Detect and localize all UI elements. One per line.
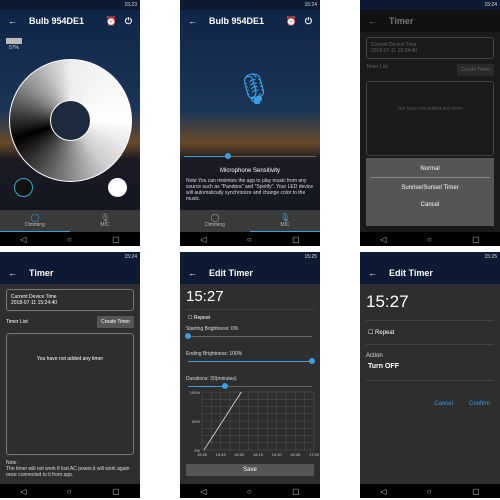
page-title: Bulb 954DE1 — [209, 16, 265, 26]
recents-nav-icon[interactable]: ▢ — [472, 235, 480, 244]
tab-dimming[interactable]: ◯ Dimming — [180, 210, 250, 232]
start-brightness-label: Starting Brightness: 0% — [186, 326, 239, 332]
note: Note : The timer will not work if lost AC… — [6, 460, 130, 478]
page-title: Timer — [389, 16, 414, 26]
x-tick-label: 15:45 — [216, 452, 227, 457]
back-icon[interactable]: ← — [8, 268, 17, 278]
create-timer-button[interactable]: Create Timer — [97, 316, 134, 328]
timer-time[interactable]: 15:27 — [180, 284, 320, 309]
home-nav-icon[interactable]: ○ — [67, 487, 72, 496]
recents-nav-icon[interactable]: ▢ — [472, 487, 480, 496]
page-title: Timer — [29, 268, 54, 278]
timer-type-dialog: Normal Sunrise/Sunset Timer Cancel — [366, 158, 494, 226]
x-tick-label: 16:15 — [253, 452, 264, 457]
brightness-wheel[interactable] — [9, 59, 132, 182]
white-preset[interactable] — [108, 178, 127, 197]
mic-screen: 15:24 ← Bulb 954DE1 ⏰ ⏻ 🎙 Microphone Sensit… — [180, 0, 320, 246]
power-icon[interactable]: ⏻ — [125, 16, 132, 27]
action-label: Action — [366, 353, 383, 359]
back-nav-icon[interactable]: ◁ — [200, 235, 206, 244]
back-icon[interactable]: ← — [368, 268, 377, 278]
timer-dialog-screen: 15:24 ← Timer Current Device Time 2018-07-… — [360, 0, 500, 246]
duration-slider[interactable] — [188, 383, 312, 389]
option-sunrise-sunset[interactable]: Sunrise/Sunset Timer — [366, 178, 494, 198]
recents-nav-icon[interactable]: ▢ — [292, 487, 300, 496]
home-nav-icon[interactable]: ○ — [247, 487, 252, 496]
home-nav-icon[interactable]: ○ — [427, 235, 432, 244]
brightness-value: 57% — [9, 45, 20, 51]
timer-list: You have not added any timer — [6, 333, 134, 455]
power-icon[interactable]: ⏻ — [305, 16, 312, 27]
back-icon[interactable]: ← — [368, 16, 377, 26]
mic-sensitivity-label: Microphone Sensitivity — [219, 168, 281, 174]
status-bar: 15:25 — [360, 252, 500, 262]
back-nav-icon[interactable]: ◁ — [20, 487, 26, 496]
duration-label: Durations: 30(minutes) — [186, 376, 237, 382]
recents-nav-icon[interactable]: ▢ — [292, 235, 300, 244]
back-nav-icon[interactable]: ◁ — [380, 235, 386, 244]
dimming-icon: ◯ — [30, 213, 40, 222]
cancel-button[interactable]: Cancel — [434, 401, 453, 407]
dimming-screen: 15:23 ← Bulb 954DE1 ⏰ ⏻ 57% ◯ Dimming 🎙 MIC ◁ ○… — [0, 0, 140, 246]
end-brightness-label: Ending Brightness: 100% — [186, 351, 243, 357]
back-icon[interactable]: ← — [8, 16, 17, 26]
x-tick-label: 17:00 — [309, 452, 320, 457]
timer-screen: 15:24 ← Timer Current Device Time 2018-07-… — [0, 252, 140, 498]
back-icon[interactable]: ← — [188, 268, 197, 278]
page-title: Edit Timer — [209, 268, 253, 278]
tab-dimming[interactable]: ◯ Dimming — [0, 210, 70, 232]
mic-note: Note:You can minimize the app to play mu… — [186, 178, 314, 202]
status-bar: 15:24 — [360, 0, 500, 10]
confirm-button[interactable]: Confirm — [469, 401, 490, 407]
repeat-checkbox[interactable]: ☐ Repeat — [180, 310, 320, 326]
device-time-box: Current Device Time 2018-07-11 15:24:40 — [6, 289, 134, 311]
edit-timer-normal-screen: 15:25 ← Edit Timer 15:27 ☐ Repeat Action … — [360, 252, 500, 498]
action-value[interactable]: Turn OFF — [360, 361, 500, 380]
sensitivity-slider[interactable] — [184, 153, 316, 159]
tab-mic[interactable]: 🎙 MIC — [70, 210, 140, 232]
repeat-checkbox[interactable]: ☐ Repeat — [360, 321, 500, 344]
tab-mic[interactable]: 🎙 MIC — [250, 210, 320, 232]
back-nav-icon[interactable]: ◁ — [20, 235, 26, 244]
status-bar: 15:24 — [0, 252, 140, 262]
alarm-icon[interactable]: ⏰ — [106, 16, 117, 27]
status-bar: 15:25 — [180, 252, 320, 262]
back-nav-icon[interactable]: ◁ — [200, 487, 206, 496]
dark-preset[interactable] — [14, 178, 33, 197]
recents-nav-icon[interactable]: ▢ — [112, 487, 120, 496]
x-tick-label: 16:30 — [272, 452, 283, 457]
y-tick-label: 50% — [192, 419, 200, 424]
back-icon[interactable]: ← — [188, 16, 197, 26]
empty-message: You have not added any timer — [36, 356, 104, 362]
start-brightness-slider[interactable] — [185, 333, 312, 339]
mic-icon: 🎙 — [99, 213, 111, 222]
timer-time[interactable]: 15:27 — [360, 284, 500, 320]
brightness-chart: 0%50%100%15:30 15:45 16:00 16:15 16:30 16:45 1… — [190, 390, 320, 457]
x-tick-label: 16:00 — [234, 452, 245, 457]
y-tick-label: 100% — [190, 390, 201, 395]
recents-nav-icon[interactable]: ▢ — [112, 235, 120, 244]
microphone-icon[interactable]: 🎙 — [235, 72, 273, 112]
back-nav-icon[interactable]: ◁ — [380, 487, 386, 496]
edit-timer-screen: 15:25 ← Edit Timer 15:27 ☐ Repeat Startin… — [180, 252, 320, 498]
option-normal[interactable]: Normal — [370, 158, 490, 178]
home-nav-icon[interactable]: ○ — [427, 487, 432, 496]
status-bar: 15:24 — [180, 0, 320, 10]
option-cancel[interactable]: Cancel — [366, 198, 494, 212]
home-nav-icon[interactable]: ○ — [67, 235, 72, 244]
save-button[interactable]: Save — [186, 464, 314, 476]
x-tick-label: 16:45 — [290, 452, 301, 457]
home-nav-icon[interactable]: ○ — [247, 235, 252, 244]
x-tick-label: 15:30 — [197, 452, 208, 457]
end-brightness-slider[interactable] — [188, 358, 315, 364]
page-title: Edit Timer — [389, 268, 433, 278]
page-title: Bulb 954DE1 — [29, 16, 85, 26]
timer-list-label: Timer List — [6, 319, 28, 325]
status-bar: 15:23 — [0, 0, 140, 10]
alarm-icon[interactable]: ⏰ — [286, 16, 297, 27]
